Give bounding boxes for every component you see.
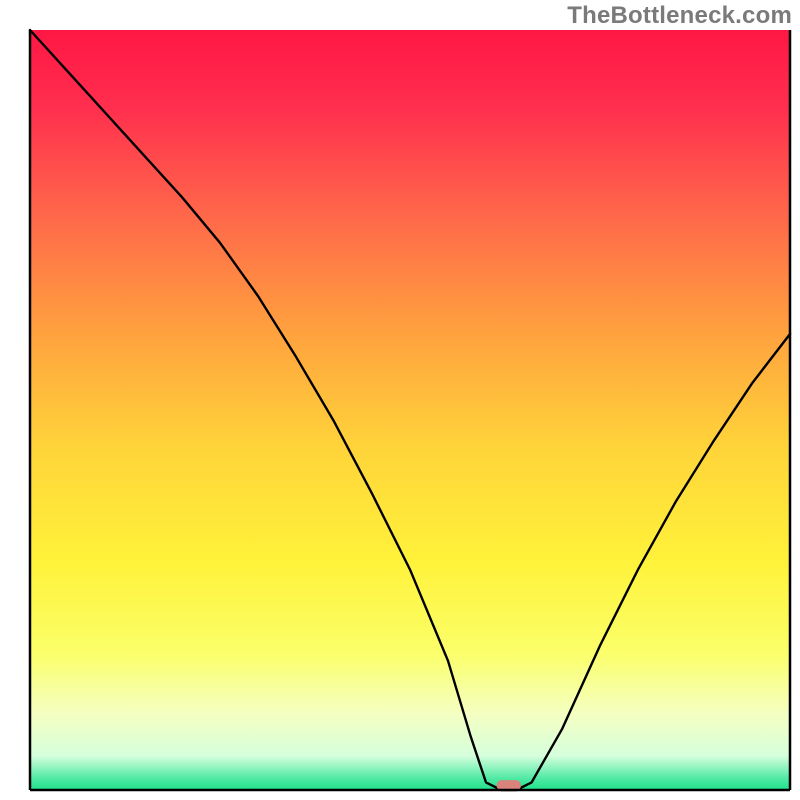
bottleneck-chart [0,0,800,800]
watermark-text: TheBottleneck.com [567,2,792,30]
plot-background [30,30,790,790]
chart-container: TheBottleneck.com [0,0,800,800]
